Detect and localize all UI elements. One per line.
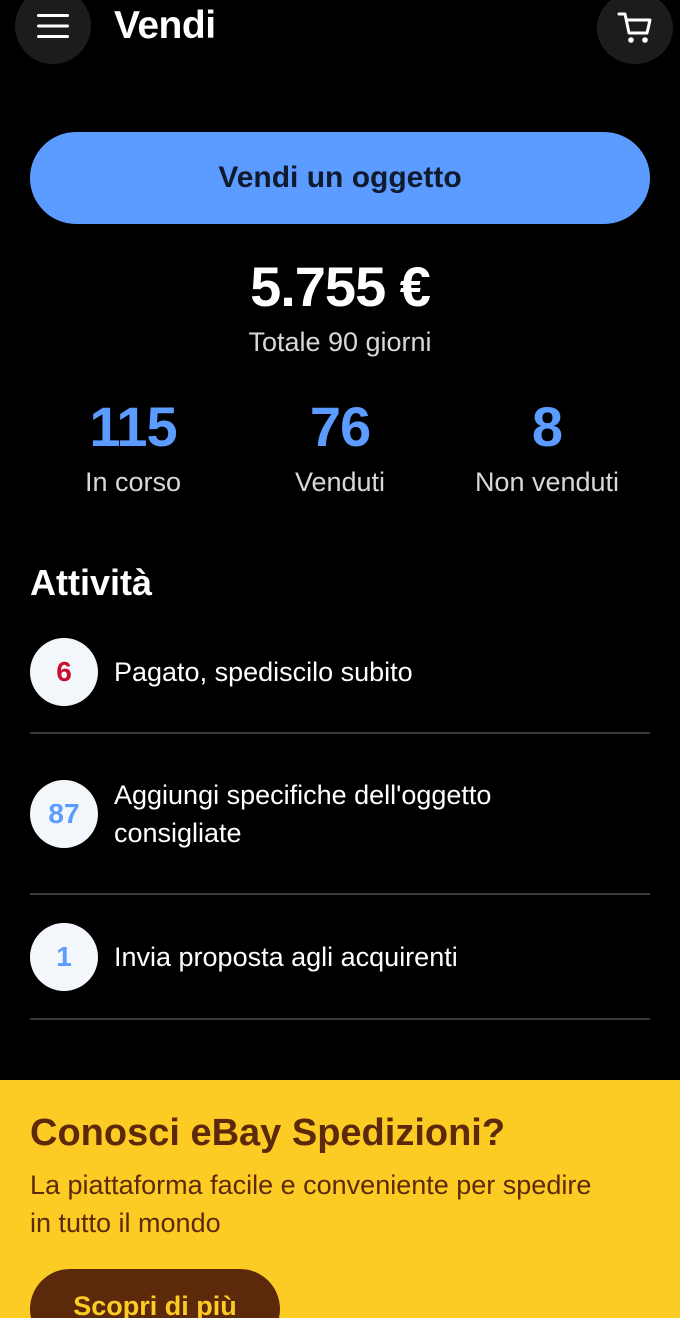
activity-label: Pagato, spediscilo subito: [114, 657, 413, 687]
activities-title: Attività: [30, 562, 153, 603]
stat-value: 115: [89, 395, 177, 458]
promo-description: La piattaforma facile e conveniente per …: [30, 1166, 650, 1242]
promo-description-line1: La piattaforma facile e conveniente per …: [30, 1170, 592, 1200]
promo-banner: Conosci eBay Spedizioni? La piattaforma …: [0, 1080, 680, 1318]
activity-label: Aggiungi specifiche dell'oggetto consigl…: [114, 776, 491, 852]
promo-title: Conosci eBay Spedizioni?: [30, 1112, 506, 1154]
menu-button[interactable]: [15, 0, 91, 64]
activity-count-badge: 87: [30, 780, 98, 848]
cart-button[interactable]: [597, 0, 673, 64]
learn-more-button[interactable]: Scopri di più: [30, 1269, 280, 1318]
total-sales-amount: 5.755 €: [250, 255, 431, 318]
activity-count-badge: 1: [30, 923, 98, 991]
stat-label: Non venduti: [474, 467, 620, 497]
activity-count-badge: 6: [30, 638, 98, 706]
activity-label-line1: Aggiungi specifiche dell'oggetto: [114, 780, 492, 810]
activity-item-add-specifics[interactable]: 87 Aggiungi specifiche dell'oggetto cons…: [30, 734, 650, 895]
activity-item-send-offer[interactable]: 1 Invia proposta agli acquirenti: [30, 895, 650, 1020]
stat-in-progress[interactable]: 115 In corso: [23, 395, 243, 498]
hamburger-menu-icon: [37, 14, 69, 38]
stat-unsold[interactable]: 8 Non venduti: [437, 395, 657, 498]
activity-label: Invia proposta agli acquirenti: [114, 942, 458, 972]
promo-description-line2: in tutto il mondo: [30, 1208, 221, 1238]
total-sales-label: Totale 90 giorni: [248, 327, 432, 357]
sell-item-button[interactable]: Vendi un oggetto: [30, 132, 650, 224]
activity-item-paid-ship[interactable]: 6 Pagato, spediscilo subito: [30, 620, 650, 734]
activity-label-line2: consigliate: [114, 818, 242, 848]
shopping-cart-icon: [617, 12, 652, 43]
stat-label: In corso: [84, 467, 182, 497]
stat-sold[interactable]: 76 Venduti: [230, 395, 450, 498]
stat-label: Venduti: [294, 467, 386, 497]
top-app-bar: Vendi: [0, 0, 680, 70]
page-title: Vendi: [114, 4, 216, 47]
stat-value: 76: [309, 395, 371, 458]
stat-value: 8: [531, 395, 563, 458]
